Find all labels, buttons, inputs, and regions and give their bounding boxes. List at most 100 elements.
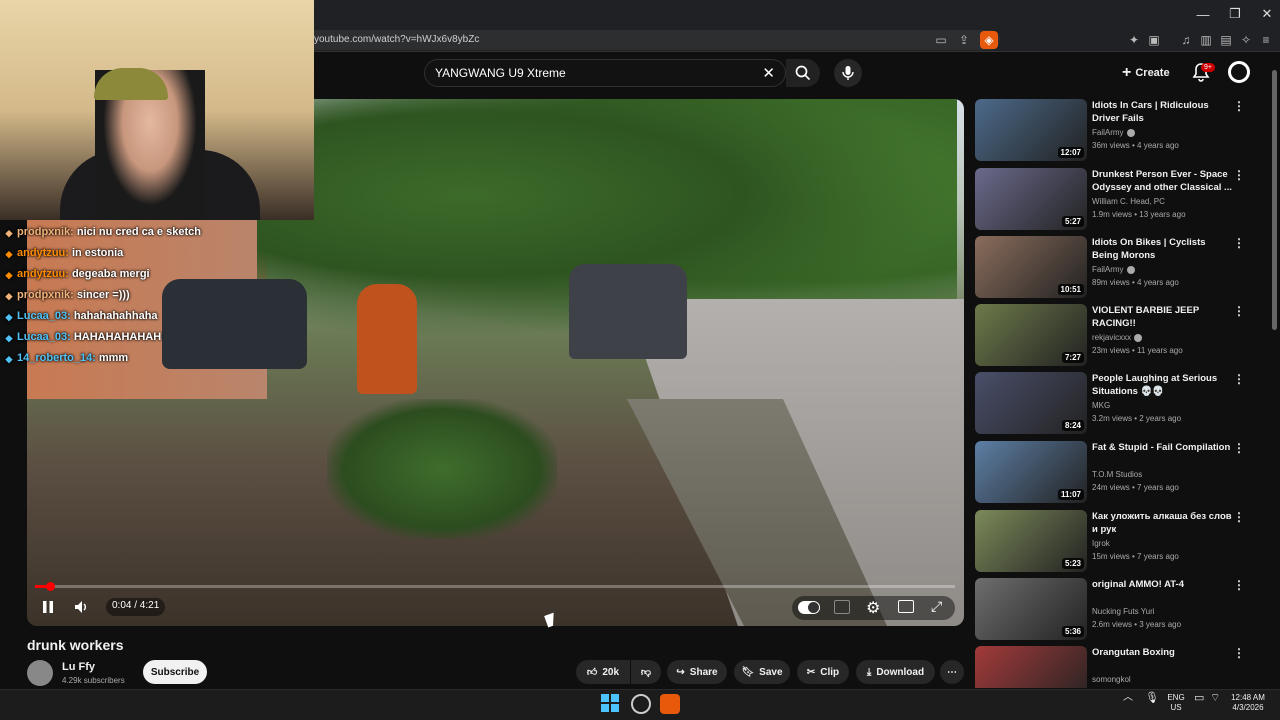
tray-mic-icon[interactable]: 🎙︎ [1145,693,1159,704]
recommended-video[interactable]: 8:24 People Laughing at Serious Situation… [975,372,1265,434]
more-options-icon[interactable]: ⋮ [1233,646,1245,660]
close-window-button[interactable]: ✕ [1250,0,1280,28]
subscribe-button[interactable]: Subscribe [143,660,207,684]
settings-gear-icon[interactable]: ⚙ [866,598,880,618]
restore-button[interactable]: ❐ [1218,0,1252,28]
chat-username: prodpxnik: [17,226,74,238]
display-icon[interactable]: ▭ [1194,693,1204,704]
video-title: drunk workers [27,637,124,653]
more-options-icon[interactable]: ⋮ [1233,510,1245,524]
recommended-title[interactable]: Fat & Stupid - Fail Compilation [1092,441,1232,454]
recommended-video[interactable]: 11:07 Fat & Stupid - Fail Compilation T.O.… [975,441,1265,503]
create-button[interactable]: + Create [1122,62,1180,84]
video-thumbnail[interactable]: 11:07 [975,441,1087,503]
miniplayer-icon[interactable] [898,600,914,613]
clip-button[interactable]: ✂ Clip [797,660,849,684]
recommended-meta: 89m views • 4 years ago [1092,278,1179,287]
brave-shield-icon[interactable]: ◈ [980,31,998,49]
recommended-title[interactable]: Drunkest Person Ever - Space Odyssey and… [1092,168,1232,194]
voice-search-button[interactable] [834,59,862,87]
video-thumbnail[interactable]: 10:51 [975,236,1087,298]
pause-button[interactable] [40,597,56,617]
recommended-channel[interactable]: rekjavicxxx [1092,333,1143,342]
windows-start-icon[interactable] [601,694,621,714]
more-options-icon[interactable]: ⋮ [1233,304,1245,318]
save-button[interactable]: 🔖︎ Save [734,660,790,684]
cast-icon[interactable]: ▭ [932,31,950,49]
tray-chevron-icon[interactable]: ︿ [1123,693,1133,703]
video-thumbnail[interactable]: 5:36 [975,578,1087,640]
more-options-icon[interactable]: ⋮ [1233,578,1245,592]
recommended-video[interactable]: 10:51 Idiots On Bikes | Cyclists Being Mo… [975,236,1265,298]
progress-bar[interactable] [35,585,955,588]
recommended-title[interactable]: Как уложить алкаша без слов и рук [1092,510,1232,536]
extensions-icon[interactable]: ✦ [1125,31,1143,49]
volume-button[interactable] [73,597,91,617]
recommended-video[interactable]: 5:27 Drunkest Person Ever - Space Odyssey… [975,168,1265,230]
recommended-title[interactable]: original AMMO! AT-4 [1092,578,1232,591]
account-avatar[interactable] [1228,61,1250,83]
obs-icon[interactable] [631,694,651,714]
dislike-button[interactable]: 👎︎ [631,660,661,684]
progress-scrubber[interactable] [45,582,55,591]
recommended-channel[interactable]: T.O.M Studios [1092,470,1142,479]
video-thumbnail[interactable]: 5:27 [975,168,1087,230]
more-actions-button[interactable]: ⋯ [940,660,964,684]
recommended-title[interactable]: People Laughing at Serious Situations 💀💀 [1092,372,1232,398]
recommended-channel[interactable]: William C. Head, PC [1092,197,1165,206]
minimize-button[interactable]: — [1186,0,1220,28]
recommended-video[interactable]: 5:23 Как уложить алкаша без слов и рук Igr… [975,510,1265,572]
video-thumbnail[interactable]: 7:27 [975,304,1087,366]
recommended-title[interactable]: Idiots In Cars | Ridiculous Driver Fails [1092,99,1232,125]
music-icon[interactable]: ♫ [1177,31,1195,49]
video-thumbnail[interactable]: 12:07 [975,99,1087,161]
recommended-channel[interactable]: MKG [1092,401,1110,410]
recommended-video[interactable]: Orangutan Boxingsomongkol28m views • 15 … [975,646,1265,688]
like-button[interactable]: 👍︎ 20k [576,660,630,684]
recommended-video[interactable]: 5:36 original AMMO! AT-4 Nucking Futs Yuri… [975,578,1265,640]
language-indicator[interactable]: ENG US [1165,693,1187,713]
recommended-channel[interactable]: Igrok [1092,539,1110,548]
brave-browser-icon[interactable] [660,694,680,714]
recommended-video[interactable]: 7:27 VIOLENT BARBIE JEEP RACING!! rekjavic… [975,304,1265,366]
sidebar-icon[interactable]: ▥ [1197,31,1215,49]
clear-search-icon[interactable]: ✕ [762,64,775,82]
autoplay-toggle[interactable] [798,601,820,614]
more-options-icon[interactable]: ⋮ [1233,441,1245,455]
video-thumbnail[interactable]: 5:23 [975,510,1087,572]
tab-search-icon[interactable]: ▣ [1145,31,1163,49]
more-options-icon[interactable]: ⋮ [1233,168,1245,182]
more-options-icon[interactable]: ⋮ [1233,372,1245,386]
leo-icon[interactable]: ✧ [1237,31,1255,49]
subtitles-icon[interactable] [834,600,850,614]
channel-name[interactable]: Lu Ffy [62,661,95,673]
channel-avatar[interactable] [27,660,53,686]
address-bar[interactable]: youtube.com/watch?v=hWJx6v8ybZc [300,30,1000,50]
recommended-channel[interactable]: Nucking Futs Yuri [1092,607,1155,616]
menu-icon[interactable]: ≡ [1257,31,1275,49]
search-input[interactable]: YANGWANG U9 Xtreme ✕ [424,59,786,87]
recommended-title[interactable]: Orangutan Boxing [1092,646,1232,659]
recommended-channel[interactable]: FailArmy [1092,265,1135,274]
more-options-icon[interactable]: ⋮ [1233,236,1245,250]
recommended-channel[interactable]: FailArmy [1092,128,1135,137]
more-options-icon[interactable]: ⋮ [1233,99,1245,113]
clip-label: Clip [820,666,840,678]
video-thumbnail[interactable] [975,646,1087,688]
network-icon[interactable]: ⌔ [1210,693,1220,704]
recommended-channel[interactable]: somongkol [1092,675,1131,684]
recommended-title[interactable]: Idiots On Bikes | Cyclists Being Morons [1092,236,1232,262]
share-button[interactable]: ↪ Share [667,660,727,684]
search-button[interactable] [786,59,820,87]
share-page-icon[interactable]: ⇪ [955,31,973,49]
recommended-video[interactable]: 12:07 Idiots In Cars | Ridiculous Driver … [975,99,1265,161]
chat-username: Lucaa_03: [17,331,71,343]
download-button[interactable]: ⤓ Download [856,660,935,684]
video-thumbnail[interactable]: 8:24 [975,372,1087,434]
fullscreen-icon[interactable]: ⤢ [931,598,942,615]
recommended-title[interactable]: VIOLENT BARBIE JEEP RACING!! [1092,304,1232,330]
clock[interactable]: 12:48 AM 4/3/2026 [1226,693,1270,713]
video-duration: 12:07 [1057,147,1084,158]
wallet-icon[interactable]: ▤ [1217,31,1235,49]
scrollbar-thumb[interactable] [1272,70,1277,330]
